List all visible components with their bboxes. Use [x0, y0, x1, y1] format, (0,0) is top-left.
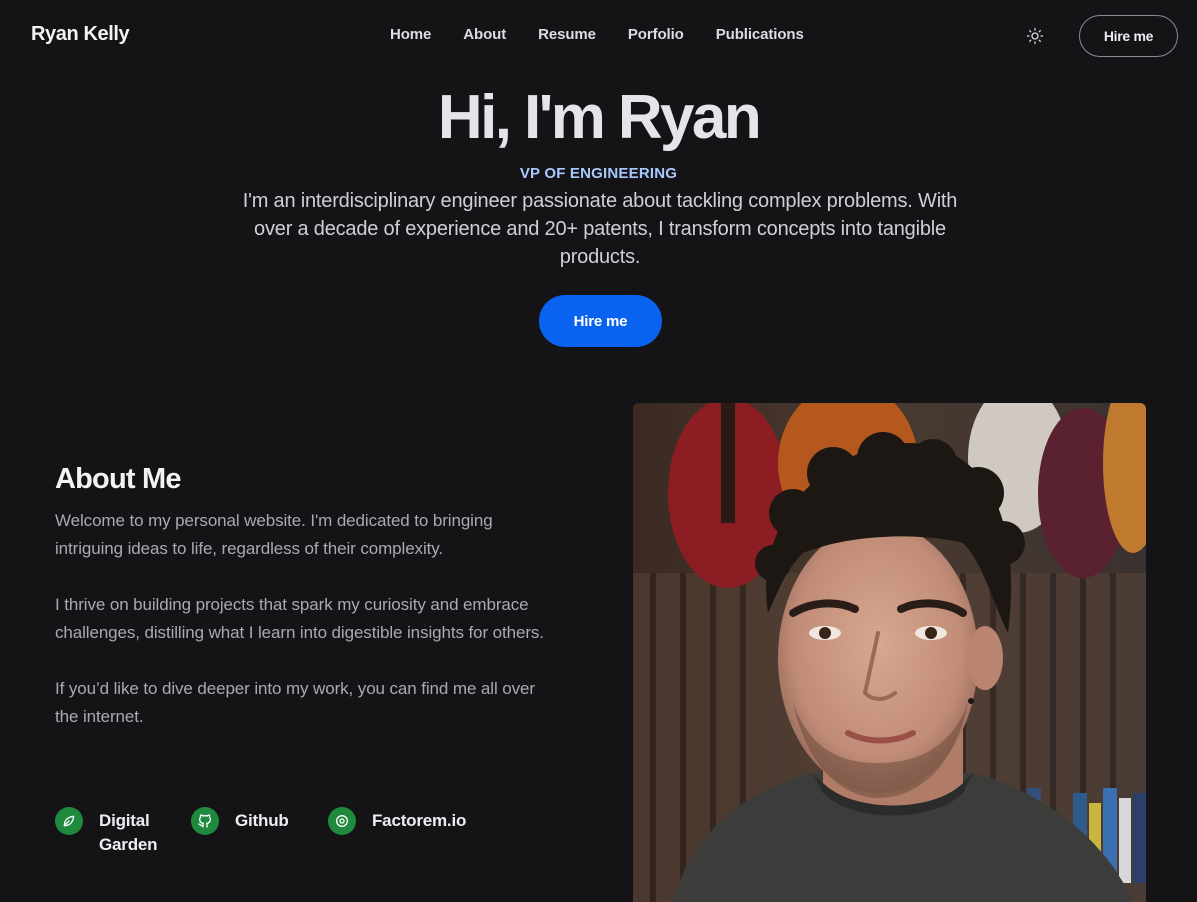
nav-home[interactable]: Home [390, 26, 431, 43]
link-label: Digital Garden [99, 811, 158, 854]
hero-lead: I'm an interdisciplinary engineer passio… [242, 190, 958, 268]
about-paragraph: If you’d like to dive deeper into my wor… [55, 679, 535, 726]
github-icon [191, 807, 219, 835]
sun-icon [1026, 27, 1044, 45]
hero-hire-button[interactable]: Hire me [539, 295, 662, 347]
factorem-icon [328, 807, 356, 835]
site-header: Ryan Kelly Home About Resume Porfolio Pu… [0, 0, 1197, 72]
nav-resume[interactable]: Resume [538, 26, 596, 43]
link-factorem[interactable]: Factorem.io [328, 807, 466, 835]
site-brand[interactable]: Ryan Kelly [31, 23, 130, 46]
about-body: Welcome to my personal website. I'm dedi… [55, 507, 555, 759]
link-digital-garden[interactable]: Digital Garden [55, 807, 169, 857]
link-label: Github [235, 811, 289, 830]
about-paragraph: Welcome to my personal website. I'm dedi… [55, 511, 493, 558]
link-label: Factorem.io [372, 811, 467, 830]
theme-toggle[interactable] [1024, 25, 1046, 47]
nav-portfolio[interactable]: Porfolio [628, 26, 684, 43]
about-heading: About Me [55, 463, 181, 495]
main-nav: Home About Resume Porfolio Publications [390, 26, 836, 43]
profile-photo [633, 403, 1146, 902]
nav-about[interactable]: About [463, 26, 506, 43]
hero-role: VP OF ENGINEERING [519, 165, 678, 182]
link-github[interactable]: Github [191, 807, 289, 835]
about-paragraph: I thrive on building projects that spark… [55, 595, 544, 642]
nav-publications[interactable]: Publications [716, 26, 804, 43]
header-hire-button[interactable]: Hire me [1079, 15, 1178, 57]
hero-title: Hi, I'm Ryan [437, 83, 762, 152]
leaf-icon [55, 807, 83, 835]
